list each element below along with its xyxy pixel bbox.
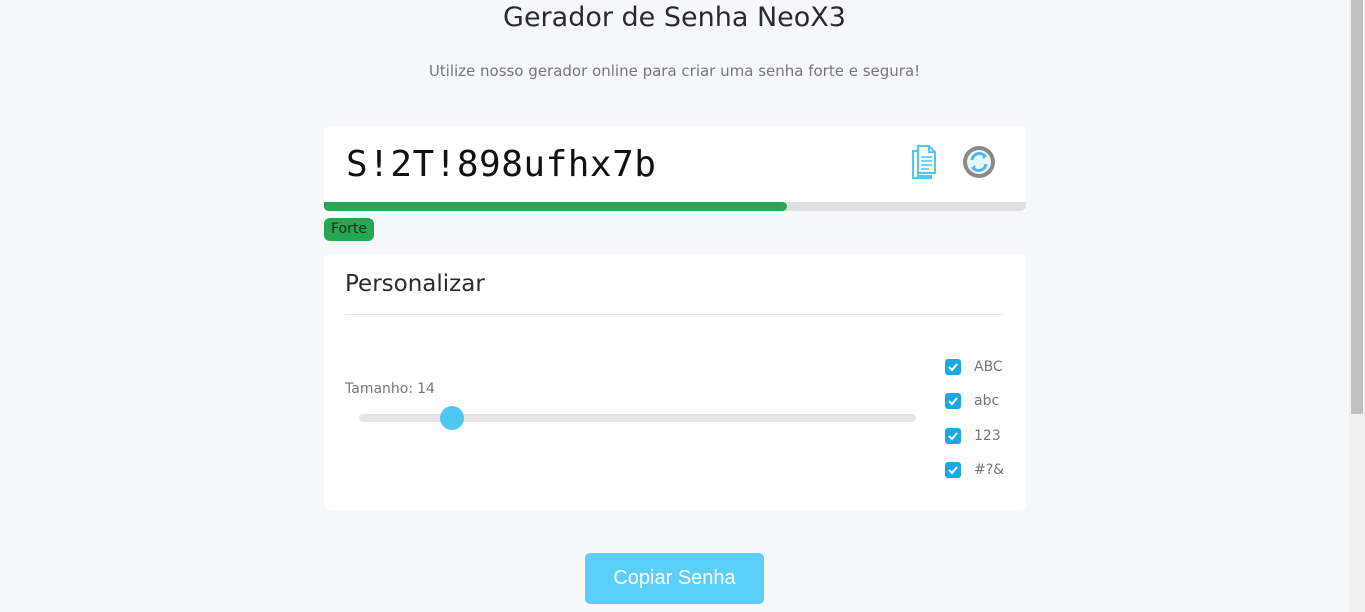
password-display[interactable]: S!2T!898ufhx7b: [346, 144, 656, 185]
option-lowercase[interactable]: abc: [945, 393, 1025, 411]
customize-title: Personalizar: [345, 271, 485, 297]
page: Gerador de Senha NeoX3 Utilize nosso ger…: [0, 0, 1349, 612]
length-label: Tamanho: 14: [345, 381, 435, 397]
length-slider-thumb[interactable]: [440, 406, 465, 430]
option-label-symbols: #?&: [974, 462, 1005, 478]
clipboard-icon[interactable]: [909, 144, 943, 180]
copy-password-button[interactable]: Copiar Senha: [585, 553, 764, 604]
option-numbers[interactable]: 123: [945, 428, 1025, 446]
strength-bar-fill: [324, 202, 788, 211]
scrollbar[interactable]: [1349, 0, 1365, 612]
option-label-numbers: 123: [974, 428, 1001, 444]
strength-badge: Forte: [324, 218, 374, 241]
checkbox-numbers[interactable]: [945, 428, 961, 444]
checkbox-symbols[interactable]: [945, 462, 961, 478]
scrollbar-thumb[interactable]: [1351, 0, 1363, 414]
checkbox-uppercase[interactable]: [945, 359, 961, 375]
refresh-icon[interactable]: [962, 144, 996, 180]
page-title: Gerador de Senha NeoX3: [503, 2, 846, 33]
length-value: 14: [417, 381, 435, 397]
divider: [345, 314, 1004, 315]
password-card: S!2T!898ufhx7b: [324, 126, 1026, 211]
customize-card: Personalizar Tamanho: 14 ABC abc 123 #?&: [324, 254, 1026, 510]
option-label-uppercase: ABC: [974, 359, 1003, 375]
length-slider[interactable]: [359, 406, 916, 430]
option-symbols[interactable]: #?&: [945, 462, 1025, 480]
checkbox-lowercase[interactable]: [945, 393, 961, 409]
strength-bar: [324, 202, 1026, 211]
option-label-lowercase: abc: [974, 393, 1000, 409]
length-label-text: Tamanho:: [345, 381, 414, 397]
page-subtitle: Utilize nosso gerador online para criar …: [428, 62, 921, 80]
option-uppercase[interactable]: ABC: [945, 359, 1025, 377]
